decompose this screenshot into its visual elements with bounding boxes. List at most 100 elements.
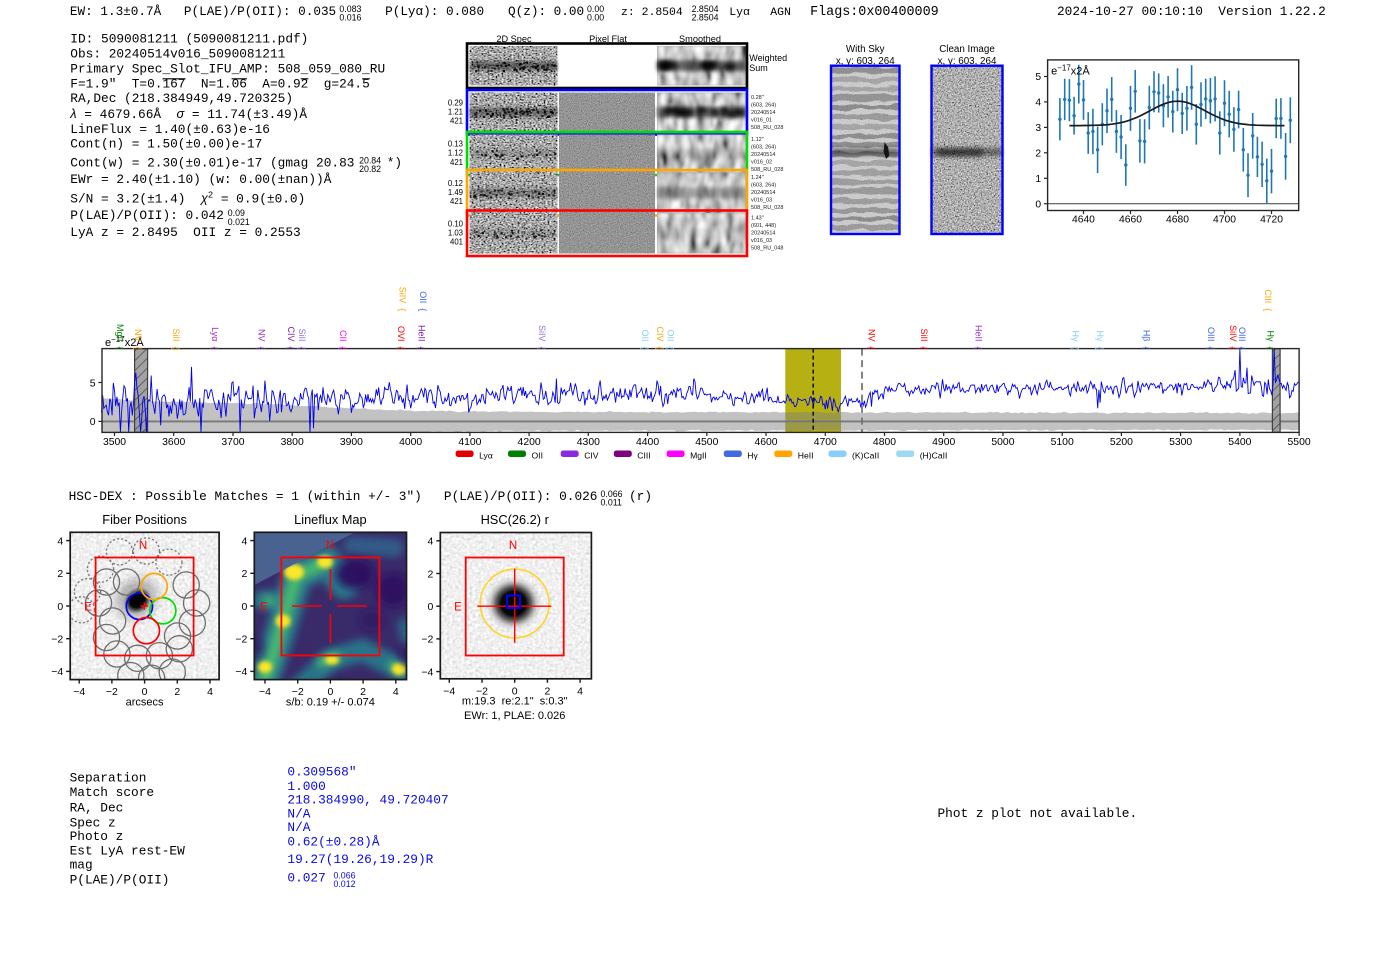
svg-text:1.49: 1.49 [448,188,463,197]
svg-text:E: E [260,602,268,614]
svg-text:P(LAE)/P(OII): 0.035: P(LAE)/P(OII): 0.035 [184,4,336,19]
svg-text:5400: 5400 [1228,437,1251,448]
svg-text:Lyα: Lyα [479,451,493,461]
svg-text:−4: −4 [73,686,85,698]
svg-text:arcsecs: arcsecs [126,697,164,709]
svg-text:P(LAE)/P(OII): P(LAE)/P(OII) [70,873,170,888]
svg-text:508_RU_048: 508_RU_048 [751,246,783,252]
svg-text:v016_01: v016_01 [751,118,772,124]
svg-text:v016_02: v016_02 [751,160,772,166]
svg-text:1.21: 1.21 [448,107,463,116]
svg-text:4400: 4400 [636,437,659,448]
svg-text:401: 401 [450,238,463,247]
svg-text:19.27(19.26,19.29)R: 19.27(19.26,19.29)R [287,852,433,867]
svg-text:0.309568": 0.309568" [287,765,356,780]
svg-text:Hγ: Hγ [747,451,758,461]
svg-text:S/N = 3.2(±1.4) χ2 = 0.9(±0.0: S/N = 3.2(±1.4) χ2 = 0.9(±0.0) [70,190,305,206]
svg-text:P(LAE)/P(OII): 0.042: P(LAE)/P(OII): 0.042 [70,208,224,223]
svg-text:SiIV {: SiIV { [1228,325,1238,350]
svg-text:−4: −4 [443,685,455,697]
svg-text:4: 4 [577,685,583,697]
svg-text:2: 2 [57,568,63,580]
svg-text:508_RU_028: 508_RU_028 [751,167,783,173]
svg-text:P(Lyα): 0.080: P(Lyα): 0.080 [385,4,484,19]
svg-text:N: N [326,540,334,552]
svg-text:4800: 4800 [873,437,896,448]
svg-text:1.03: 1.03 [448,228,463,237]
svg-text:MgII {: MgII { [115,324,125,350]
svg-text:OIII {: OIII { [1237,327,1247,350]
svg-text:Primary Spec_Slot_IFU_AMP: 508: Primary Spec_Slot_IFU_AMP: 508_059_080_R… [70,62,385,77]
svg-text:4: 4 [393,686,399,698]
svg-text:Separation: Separation [70,771,147,786]
svg-text:5500: 5500 [1288,437,1311,448]
svg-text:HSC(26.2) r: HSC(26.2) r [481,512,550,527]
svg-text:1: 1 [1035,174,1041,185]
svg-text:EWr = 2.40(±1.10) (w: 0.00(±na: EWr = 2.40(±1.10) (w: 0.00(±nan))Å [70,172,331,187]
svg-text:*): *) [387,155,402,170]
svg-text:HeII {: HeII { [416,325,426,350]
svg-text:CII {: CII { [338,330,348,350]
svg-text:20240514: 20240514 [751,190,775,196]
svg-text:4: 4 [427,536,433,548]
svg-text:4: 4 [207,686,213,698]
svg-text:20240514: 20240514 [751,152,775,158]
svg-text:4500: 4500 [695,437,718,448]
svg-text:RA,Dec (218.384949,49.720325): RA,Dec (218.384949,49.720325) [70,91,293,106]
svg-text:0: 0 [90,417,96,428]
svg-text:OII: OII [532,451,543,461]
svg-text:5: 5 [90,378,96,389]
svg-text:CIII {: CIII { [1263,289,1273,311]
svg-text:Phot z plot not available.: Phot z plot not available. [938,806,1138,821]
svg-text:508_RU_028: 508_RU_028 [751,125,783,131]
svg-text:−4: −4 [421,666,433,678]
svg-text:1.24": 1.24" [751,175,764,181]
svg-text:HSC-DEX : Possible Matches = 1: HSC-DEX : Possible Matches = 1 (within +… [69,489,422,504]
svg-text:OII {: OII { [640,329,650,349]
svg-text:Est LyA rest-EW: Est LyA rest-EW [70,844,186,859]
svg-text:2: 2 [241,568,247,580]
svg-text:0: 0 [241,601,247,613]
svg-text:Hγ {: Hγ { [1265,330,1275,349]
svg-text:N: N [509,540,517,552]
svg-text:4600: 4600 [754,437,777,448]
svg-text:3600: 3600 [162,437,185,448]
svg-text:NV {: NV { [866,329,876,350]
svg-text:Fiber Positions: Fiber Positions [102,512,187,527]
svg-text:1.12: 1.12 [448,149,463,158]
svg-text:e−17x2Å: e−17x2Å [1051,64,1090,78]
svg-text:5300: 5300 [1169,437,1192,448]
svg-text:Photo z: Photo z [70,829,124,844]
svg-text:3800: 3800 [281,437,304,448]
svg-text:3900: 3900 [340,437,363,448]
svg-text:421: 421 [450,158,463,167]
svg-text:z: 2.8504: z: 2.8504 [621,6,683,19]
svg-text:4680: 4680 [1166,215,1189,226]
svg-text:−2: −2 [51,634,63,646]
svg-text:5000: 5000 [991,437,1014,448]
svg-text:Obs: 20240514v016_5090081211: Obs: 20240514v016_5090081211 [70,46,285,61]
svg-text:SiII {: SiII { [919,328,929,349]
svg-text:4700: 4700 [1213,215,1236,226]
svg-text:(K)CaII: (K)CaII [852,451,879,461]
svg-text:0.29: 0.29 [448,98,463,107]
svg-text:Lyα: Lyα [729,6,750,19]
svg-text:HeII {: HeII { [973,325,983,350]
svg-text:m:19.3 re:2.1" s:0.3": m:19.3 re:2.1" s:0.3" [462,696,568,708]
svg-text:With Sky: With Sky [846,44,885,55]
svg-text:Clean Image: Clean Image [939,44,995,55]
svg-text:Flags:0x00400009: Flags:0x00400009 [810,5,939,20]
svg-text:N: N [139,540,147,552]
svg-text:4640: 4640 [1072,215,1095,226]
svg-text:(601, 448): (601, 448) [751,223,776,229]
svg-text:E: E [84,602,92,614]
svg-text:(603, 264): (603, 264) [751,103,776,109]
svg-text:Hγ {: Hγ { [1070,330,1080,349]
svg-text:CIV {: CIV { [286,326,296,349]
svg-text:0.13: 0.13 [448,140,463,149]
svg-text:v016_03: v016_03 [751,238,772,244]
svg-text:HeII: HeII [798,451,814,461]
svg-text:2024-10-27 00:10:10 Version 1: 2024-10-27 00:10:10 Version 1.22.2 [1057,4,1326,19]
svg-text:−2: −2 [235,634,247,646]
svg-text:0.011: 0.011 [601,498,622,508]
